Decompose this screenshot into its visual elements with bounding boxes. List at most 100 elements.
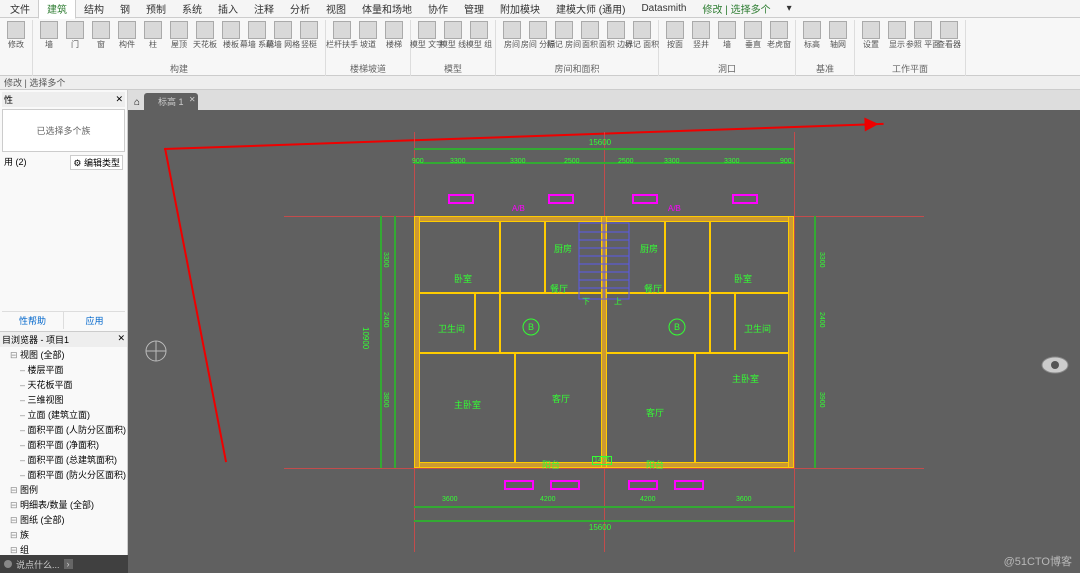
browser-item[interactable]: 视图 (全部) <box>10 347 127 362</box>
ribbon-button[interactable]: 标记 面积 <box>630 21 654 49</box>
menu-tab-insert[interactable]: 插入 <box>210 0 246 18</box>
tool-icon <box>385 21 403 39</box>
tool-icon <box>744 21 762 39</box>
menu-tab-analyze[interactable]: 分析 <box>282 0 318 18</box>
menu-tab-arch[interactable]: 建筑 <box>38 0 76 19</box>
menu-tab-modify[interactable]: 修改 | 选择多个 <box>694 0 778 18</box>
browser-item[interactable]: 立面 (建筑立面) <box>10 407 127 422</box>
ribbon-button[interactable]: 修改 <box>4 21 28 49</box>
properties-help-link[interactable]: 性帮助 <box>2 312 64 329</box>
navigation-eye-icon[interactable] <box>1040 355 1070 375</box>
browser-item[interactable]: 图例 <box>10 482 127 497</box>
ribbon-button-label: 坡道 <box>360 40 376 49</box>
ribbon-group-label: 洞口 <box>718 62 736 76</box>
tool-icon <box>803 21 821 39</box>
tool-icon <box>666 21 684 39</box>
ribbon-button[interactable]: 楼梯 <box>382 21 406 49</box>
ribbon-button-label: 修改 <box>8 40 24 49</box>
ribbon-button[interactable]: 标高 <box>800 21 824 49</box>
type-selector[interactable]: 已选择多个族 <box>2 109 125 152</box>
tool-icon <box>862 21 880 39</box>
document-tab-close-icon[interactable]: ✕ <box>189 95 196 104</box>
menu-tab-datasmith[interactable]: Datasmith <box>633 1 694 16</box>
canvas-area: ⌂ 标高 1 ✕ 15600 <box>128 90 1080 573</box>
ribbon-button[interactable]: 屋顶 <box>167 21 191 49</box>
ribbon-button[interactable]: 栏杆扶手 <box>330 21 354 49</box>
menu-tab-collab[interactable]: 协作 <box>420 0 456 18</box>
ribbon-button[interactable]: 天花板 <box>193 21 217 49</box>
menu-tab-system[interactable]: 系统 <box>174 0 210 18</box>
ribbon-button-label: 按面 <box>667 40 683 49</box>
menu-overflow-icon[interactable]: ▾ <box>779 1 800 16</box>
ribbon-group: 修改 <box>0 20 33 76</box>
browser-item[interactable]: 面积平面 (人防分区面积) <box>10 422 127 437</box>
browser-item[interactable]: 面积平面 (净面积) <box>10 437 127 452</box>
side-panel: 性 ✕ 已选择多个族 用 (2) ⚙ 编辑类型 性帮助 应用 目浏览器 - 项目… <box>0 90 128 573</box>
browser-item[interactable]: 楼层平面 <box>10 362 127 377</box>
browser-item[interactable]: 明细表/数量 (全部) <box>10 497 127 512</box>
home-tab-icon[interactable]: ⌂ <box>130 95 144 110</box>
status-hint[interactable]: 说点什么... <box>16 558 60 571</box>
ribbon-button[interactable]: 窗 <box>89 21 113 49</box>
browser-item[interactable]: 面积平面 (总建筑面积) <box>10 452 127 467</box>
ribbon-button-label: 柱 <box>149 40 157 49</box>
options-bar: 修改 | 选择多个 <box>0 76 1080 90</box>
ribbon-button-label: 轴网 <box>830 40 846 49</box>
ribbon-button[interactable]: 参照 平面 <box>911 21 935 49</box>
ribbon-button-label: 窗 <box>97 40 105 49</box>
ribbon-button[interactable]: 查看器 <box>937 21 961 49</box>
annotation-arrow <box>164 123 884 150</box>
properties-close-icon[interactable]: ✕ <box>115 94 123 105</box>
ribbon-button[interactable]: 墙 <box>37 21 61 49</box>
tool-icon <box>144 21 162 39</box>
svg-text:B: B <box>674 322 680 332</box>
options-bar-label: 修改 | 选择多个 <box>4 76 65 89</box>
ribbon-button[interactable]: 竖梃 <box>297 21 321 49</box>
browser-item[interactable]: 三维视图 <box>10 392 127 407</box>
document-tab[interactable]: 标高 1 ✕ <box>144 93 198 110</box>
ribbon-button[interactable]: 墙 <box>715 21 739 49</box>
tool-icon <box>359 21 377 39</box>
menu-tab-mass[interactable]: 体量和场地 <box>354 0 420 18</box>
menu-tab-precast[interactable]: 预制 <box>138 0 174 18</box>
drawing-canvas[interactable]: 15600 900 3300 3300 2500 2500 3300 3300 … <box>128 110 1080 573</box>
ribbon-button[interactable]: 设置 <box>859 21 883 49</box>
menu-tab-annotate[interactable]: 注释 <box>246 0 282 18</box>
menu-tab-file[interactable]: 文件 <box>2 0 38 18</box>
ribbon-button-label: 栏杆扶手 <box>326 40 358 49</box>
ribbon-button[interactable]: 模型 文字 <box>415 21 439 49</box>
menu-tab-struct[interactable]: 结构 <box>76 0 112 18</box>
ribbon-button[interactable]: 竖井 <box>689 21 713 49</box>
annotation-line <box>164 148 227 463</box>
menu-tab-steel[interactable]: 钢 <box>112 0 138 18</box>
browser-item[interactable]: 天花板平面 <box>10 377 127 392</box>
browser-item[interactable]: 图纸 (全部) <box>10 512 127 527</box>
ribbon-button[interactable]: 构件 <box>115 21 139 49</box>
menu-tab-addins[interactable]: 附加模块 <box>492 0 548 18</box>
properties-apply-button[interactable]: 应用 <box>64 312 125 329</box>
ribbon-button[interactable]: 按面 <box>663 21 687 49</box>
ribbon-button[interactable]: 垂直 <box>741 21 765 49</box>
edit-type-button[interactable]: ⚙ 编辑类型 <box>70 155 123 170</box>
menu-tab-manage[interactable]: 管理 <box>456 0 492 18</box>
workspace: 性 ✕ 已选择多个族 用 (2) ⚙ 编辑类型 性帮助 应用 目浏览器 - 项目… <box>0 90 1080 573</box>
menu-tab-master[interactable]: 建模大师 (通用) <box>548 0 633 18</box>
ribbon-button[interactable]: 模型 线 <box>441 21 465 49</box>
menu-tab-view[interactable]: 视图 <box>318 0 354 18</box>
ribbon-button[interactable]: 轴网 <box>826 21 850 49</box>
tool-icon <box>718 21 736 39</box>
ribbon-group: 房间房间 分隔标记 房间面积面积 边界标记 面积房间和面积 <box>496 20 659 76</box>
ribbon-button[interactable]: 柱 <box>141 21 165 49</box>
ribbon-button[interactable]: 标记 房间 <box>552 21 576 49</box>
ribbon-group: 标高轴网基准 <box>796 20 855 76</box>
ribbon-button[interactable]: 幕墙 网格 <box>271 21 295 49</box>
browser-item[interactable]: 族 <box>10 527 127 542</box>
browser-close-icon[interactable]: ✕ <box>117 333 125 346</box>
ribbon-button[interactable]: 坡道 <box>356 21 380 49</box>
compass-icon[interactable] <box>144 339 168 363</box>
ribbon-button[interactable]: 门 <box>63 21 87 49</box>
tool-icon <box>888 21 906 39</box>
ribbon-button[interactable]: 模型 组 <box>467 21 491 49</box>
browser-item[interactable]: 面积平面 (防火分区面积) <box>10 467 127 482</box>
ribbon-button[interactable]: 老虎窗 <box>767 21 791 49</box>
